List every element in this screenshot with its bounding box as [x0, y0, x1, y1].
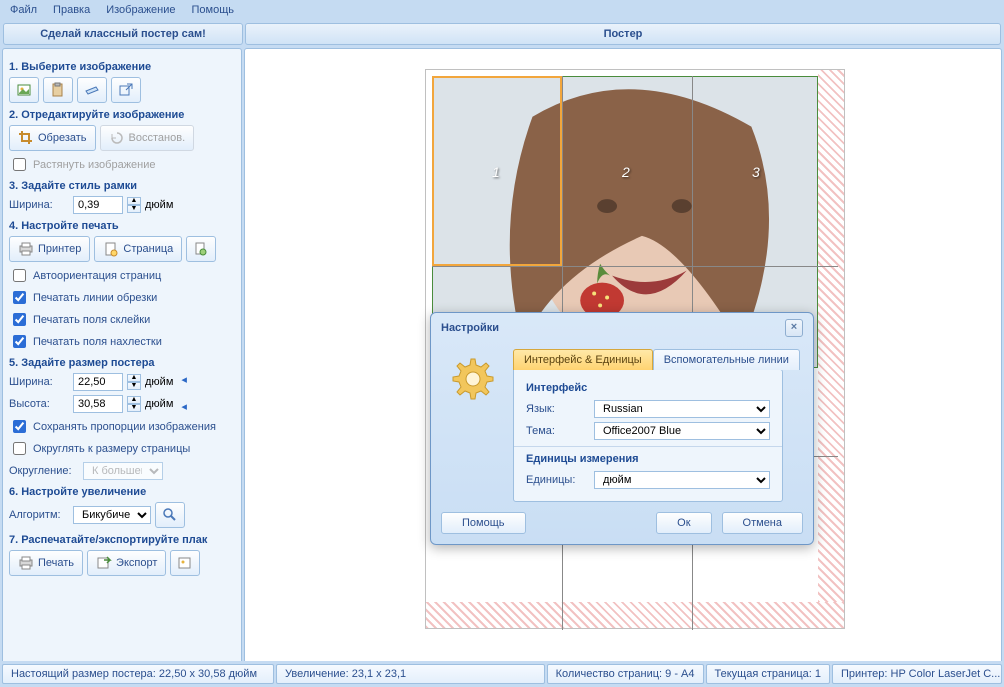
frame-width-spinner[interactable]: ▲▼: [127, 197, 141, 213]
page-icon: [103, 241, 119, 257]
dialog-ok-button[interactable]: Ок: [656, 512, 711, 534]
step3-title: 3. Задайте стиль рамки: [9, 180, 235, 192]
status-real-size: Настоящий размер постера: 22,50 x 30,58 …: [2, 664, 274, 684]
page-number-3: 3: [752, 164, 760, 180]
units-select[interactable]: дюйм: [594, 471, 770, 489]
image-icon: [16, 82, 32, 98]
link-dims-icon2[interactable]: ◂: [181, 400, 187, 413]
step4-title: 4. Настройте печать: [9, 220, 235, 232]
link-dims-icon[interactable]: ◂: [181, 373, 187, 386]
status-zoom: Увеличение: 23,1 x 23,1: [276, 664, 545, 684]
status-current-page: Текущая страница: 1: [706, 664, 830, 684]
auto-orient-checkbox[interactable]: Автоориентация страниц: [9, 266, 235, 285]
open-image-button[interactable]: [9, 77, 39, 103]
settings-dialog: Настройки × Интерфейс & Единицы Вспомога…: [430, 312, 814, 545]
print-button[interactable]: Печать: [9, 550, 83, 576]
poster-width-input[interactable]: [73, 373, 123, 391]
poster-height-unit: дюйм: [145, 398, 173, 410]
step6-title: 6. Настройте увеличение: [9, 486, 235, 498]
frame-width-input[interactable]: [73, 196, 123, 214]
poster-width-unit: дюйм: [145, 376, 173, 388]
export-extra-button[interactable]: [170, 550, 200, 576]
poster-height-spinner[interactable]: ▲▼: [127, 396, 141, 412]
banner-left[interactable]: Сделай классный постер сам!: [3, 23, 243, 45]
dialog-title: Настройки: [441, 322, 499, 334]
glue-fields-checkbox[interactable]: Печатать поля склейки: [9, 310, 235, 329]
banner-right: Постер: [245, 23, 1001, 45]
paste-button[interactable]: [43, 77, 73, 103]
algorithm-select[interactable]: Бикубическ: [73, 506, 151, 524]
frame-width-unit: дюйм: [145, 199, 173, 211]
scanner-icon: [84, 82, 100, 98]
lang-label: Язык:: [526, 403, 586, 415]
poster-height-input[interactable]: [73, 395, 123, 413]
clipboard-icon: [50, 82, 66, 98]
magnifier-icon: [162, 507, 178, 523]
cut-lines-checkbox[interactable]: Печатать линии обрезки: [9, 288, 235, 307]
keep-ratio-checkbox[interactable]: Сохранять пропорции изображения: [9, 417, 235, 436]
dialog-cancel-button[interactable]: Отмена: [722, 512, 803, 534]
dialog-close-button[interactable]: ×: [785, 319, 803, 337]
step1-title: 1. Выберите изображение: [9, 61, 235, 73]
restore-button: Восстанов.: [100, 125, 195, 151]
lang-select[interactable]: Russian: [594, 400, 770, 418]
step5-title: 5. Задайте размер постера: [9, 357, 235, 369]
section-units: Единицы измерения: [526, 453, 770, 465]
poster-width-spinner[interactable]: ▲▼: [127, 374, 141, 390]
poster-width-label: Ширина:: [9, 376, 69, 388]
theme-select[interactable]: Office2007 Blue: [594, 422, 770, 440]
external-icon: [118, 82, 134, 98]
menu-bar: Файл Правка Изображение Помощь: [0, 0, 1004, 20]
tab-guidelines[interactable]: Вспомогательные линии: [653, 349, 800, 370]
crop-icon: [18, 130, 34, 146]
status-bar: Настоящий размер постера: 22,50 x 30,58 …: [0, 661, 1004, 687]
external-button[interactable]: [111, 77, 141, 103]
page-button[interactable]: Страница: [94, 236, 182, 262]
image-export-icon: [177, 555, 193, 571]
algorithm-label: Алгоритм:: [9, 509, 69, 521]
menu-file[interactable]: Файл: [10, 4, 37, 16]
tab-panel: Интерфейс Язык: Russian Тема: Office2007…: [513, 369, 783, 502]
rounding-select: К большем: [83, 462, 163, 480]
page-number-1: 1: [492, 164, 500, 180]
crop-button[interactable]: Обрезать: [9, 125, 96, 151]
scan-button[interactable]: [77, 77, 107, 103]
frame-width-label: Ширина:: [9, 199, 69, 211]
printer-icon: [18, 555, 34, 571]
preview-zoom-button[interactable]: [155, 502, 185, 528]
status-printer: Принтер: HP Color LaserJet C...: [832, 664, 1002, 684]
section-interface: Интерфейс: [526, 382, 770, 394]
tab-interface-units[interactable]: Интерфейс & Единицы: [513, 349, 653, 370]
status-pages: Количество страниц: 9 - A4: [547, 664, 704, 684]
round-page-checkbox[interactable]: Округлять к размеру страницы: [9, 439, 235, 458]
units-label: Единицы:: [526, 474, 586, 486]
export-button[interactable]: Экспорт: [87, 550, 166, 576]
printer-button[interactable]: Принтер: [9, 236, 90, 262]
menu-edit[interactable]: Правка: [53, 4, 90, 16]
export-icon: [96, 555, 112, 571]
menu-help[interactable]: Помощь: [192, 4, 235, 16]
step7-title: 7. Распечатайте/экспортируйте плак: [9, 534, 235, 546]
dialog-help-button[interactable]: Помощь: [441, 512, 526, 534]
page-gear-icon: [193, 241, 209, 257]
restore-icon: [109, 130, 125, 146]
printer-icon: [18, 241, 34, 257]
overlap-fields-checkbox[interactable]: Печатать поля нахлестки: [9, 332, 235, 351]
sidebar: 1. Выберите изображение 2. Отредактируйт…: [2, 48, 242, 668]
gear-icon: [447, 355, 495, 403]
page-number-2: 2: [622, 164, 630, 180]
poster-height-label: Высота:: [9, 398, 69, 410]
rounding-label: Округление:: [9, 465, 79, 477]
step2-title: 2. Отредактируйте изображение: [9, 109, 235, 121]
theme-label: Тема:: [526, 425, 586, 437]
stretch-checkbox[interactable]: Растянуть изображение: [9, 155, 235, 174]
page-extra-button[interactable]: [186, 236, 216, 262]
menu-image[interactable]: Изображение: [106, 4, 175, 16]
